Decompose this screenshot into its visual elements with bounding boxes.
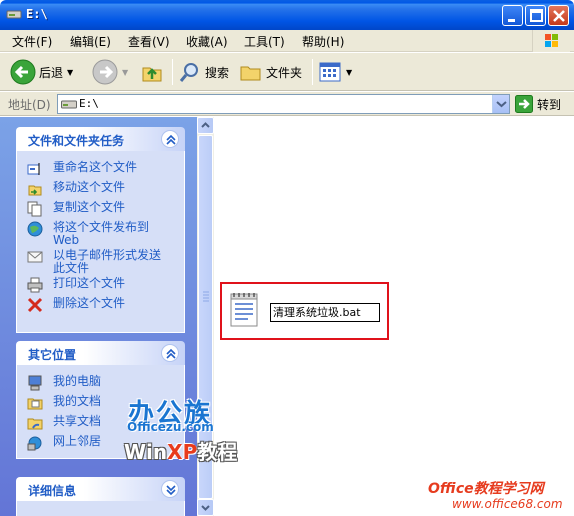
forward-button[interactable]: ▼ (92, 57, 128, 87)
search-button[interactable]: 搜索 (178, 57, 229, 87)
task-rename[interactable]: 重命名这个文件 (27, 161, 168, 177)
window-title: E:\ (26, 7, 48, 21)
details-header[interactable]: 详细信息 (16, 477, 185, 501)
address-bar: 地址(D) E:\ 转到 (0, 92, 574, 116)
minimize-icon (508, 19, 515, 22)
search-icon (179, 63, 198, 82)
menu-favorites[interactable]: 收藏(A) (186, 33, 228, 50)
menu-view[interactable]: 查看(V) (128, 33, 170, 50)
details-panel: 详细信息 (16, 477, 185, 516)
chevron-up-icon (166, 348, 176, 359)
folders-label: 文件夹 (266, 65, 303, 80)
back-button[interactable]: 后退 ▼ (10, 57, 73, 87)
address-label: 地址(D) (8, 98, 51, 112)
publish-web-icon (27, 221, 43, 237)
file-tasks-header[interactable]: 文件和文件夹任务 (16, 127, 185, 151)
file-tasks-panel: 文件和文件夹任务 重命名这个文件 移动这个文件 复制这个文件 将这个文件发布到 … (16, 127, 185, 333)
batch-file-icon[interactable] (228, 290, 262, 330)
maximize-button[interactable] (525, 5, 546, 26)
menu-bar: 文件(F) 编辑(E) 查看(V) 收藏(A) 工具(T) 帮助(H) (0, 30, 574, 52)
scroll-down-button[interactable] (197, 499, 214, 516)
move-icon (28, 185, 42, 196)
toolbar-separator (172, 59, 173, 85)
task-publish-web[interactable]: 将这个文件发布到 Web (27, 221, 168, 247)
drive-icon (61, 100, 77, 109)
watermark-brand-url: Officezu.com (127, 420, 214, 434)
watermark-site-url: www.office68.com (452, 497, 563, 511)
details-body (16, 501, 185, 516)
collapse-button[interactable] (161, 344, 179, 362)
drive-icon (6, 10, 22, 19)
watermark-winxp: WinXP教程 (124, 436, 237, 465)
up-folder-button[interactable] (140, 57, 164, 87)
copy-icon (27, 201, 42, 217)
title-bar: E:\ (0, 0, 574, 30)
minimize-button[interactable] (502, 5, 523, 26)
maximize-icon (530, 9, 543, 22)
scroll-up-button[interactable] (197, 117, 214, 134)
task-print[interactable]: 打印这个文件 (27, 277, 168, 293)
file-tasks-body: 重命名这个文件 移动这个文件 复制这个文件 将这个文件发布到 Web 以电子邮件… (16, 151, 185, 333)
chevron-down-icon (166, 485, 176, 496)
chevron-down-icon (496, 101, 507, 108)
go-label: 转到 (537, 97, 562, 112)
scroll-down-icon (201, 505, 210, 511)
task-move[interactable]: 移动这个文件 (27, 181, 168, 197)
shared-documents-icon (27, 418, 43, 430)
windows-logo (532, 30, 570, 52)
address-value: E:\ (79, 97, 99, 110)
back-label: 后退 (39, 65, 64, 80)
windows-flag-icon (545, 34, 558, 47)
file-tasks-title: 文件和文件夹任务 (28, 134, 125, 148)
watermark-win: Win (124, 440, 168, 464)
back-dropdown-icon[interactable]: ▼ (67, 68, 73, 77)
views-icon (319, 62, 341, 82)
menu-edit[interactable]: 编辑(E) (70, 33, 111, 50)
network-places-icon (27, 436, 42, 451)
delete-icon (27, 297, 43, 313)
menu-help[interactable]: 帮助(H) (302, 33, 344, 50)
menu-tools[interactable]: 工具(T) (244, 33, 285, 50)
close-button[interactable] (548, 5, 569, 26)
address-dropdown-button[interactable] (492, 95, 509, 113)
place-my-computer[interactable]: 我的电脑 (27, 375, 168, 391)
task-delete[interactable]: 删除这个文件 (27, 297, 168, 313)
toolbar: 后退 ▼ ▼ 搜索 文件夹 ▼ (0, 53, 574, 91)
folder-icon (240, 66, 261, 81)
my-documents-icon (27, 398, 43, 410)
up-folder-icon (142, 67, 162, 82)
rename-icon (27, 163, 40, 175)
menu-file[interactable]: 文件(F) (12, 33, 52, 50)
watermark-site-name: Office教程学习网 (428, 481, 544, 497)
forward-dropdown-icon[interactable]: ▼ (122, 68, 128, 77)
scroll-up-icon (201, 122, 210, 128)
details-title: 详细信息 (28, 484, 77, 498)
my-computer-icon (28, 375, 42, 391)
search-label: 搜索 (205, 65, 230, 80)
file-name-edit-field[interactable]: 清理系统垃圾.bat (270, 303, 380, 322)
printer-icon (27, 277, 43, 293)
folders-button[interactable]: 文件夹 (239, 57, 302, 87)
task-email[interactable]: 以电子邮件形式发送此文件 (27, 249, 168, 275)
watermark-tutorial: 教程 (197, 440, 238, 464)
chevron-up-icon (166, 134, 176, 145)
views-button[interactable]: ▼ (318, 57, 352, 87)
other-places-title: 其它位置 (28, 348, 77, 362)
go-button[interactable]: 转到 (515, 94, 561, 114)
back-arrow-icon (10, 59, 36, 85)
expand-button[interactable] (161, 480, 179, 498)
views-dropdown-icon[interactable]: ▼ (346, 68, 352, 77)
go-arrow-icon (515, 95, 533, 113)
watermark-xp: XP (167, 440, 198, 464)
toolbar-separator (312, 59, 313, 85)
collapse-button[interactable] (161, 130, 179, 148)
task-copy[interactable]: 复制这个文件 (27, 201, 168, 217)
close-icon (553, 10, 565, 22)
address-input[interactable]: E:\ (57, 94, 510, 114)
forward-arrow-icon (92, 59, 118, 85)
other-places-header[interactable]: 其它位置 (16, 341, 185, 365)
email-icon (27, 251, 43, 263)
